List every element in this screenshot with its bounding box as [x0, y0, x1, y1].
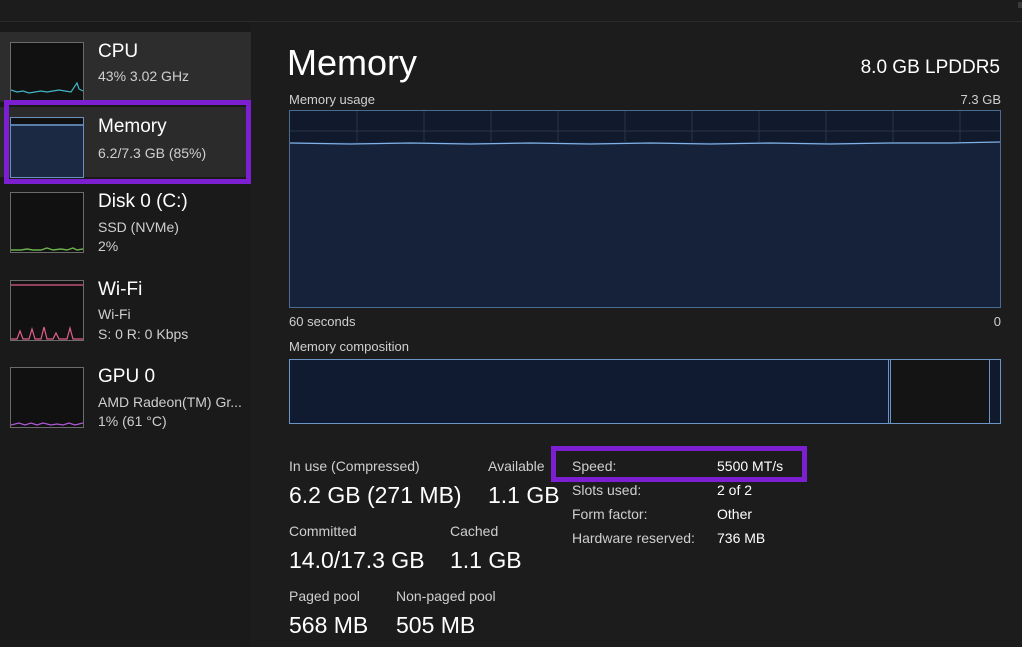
memory-composition-label: Memory composition	[289, 339, 409, 354]
sidebar-item-subtitle: AMD Radeon(TM) Gr...	[98, 394, 242, 410]
sidebar-item-cpu[interactable]: CPU 43% 3.02 GHz	[0, 32, 251, 103]
available-value: 1.1 GB	[488, 482, 560, 508]
memory-mini-graph	[10, 117, 84, 178]
speed-value: 5500 MT/s	[717, 458, 784, 474]
paged-pool-value: 568 MB	[289, 612, 369, 638]
title-bar	[0, 0, 1022, 22]
form-factor-value: Other	[717, 506, 753, 522]
sidebar-item-subtitle: SSD (NVMe)	[98, 219, 179, 235]
sidebar-item-subtitle: Wi-Fi	[98, 306, 131, 322]
sidebar-item-gpu[interactable]: GPU 0 AMD Radeon(TM) Gr... 1% (61 °C)	[0, 357, 251, 429]
memory-usage-plot	[290, 111, 1000, 307]
slots-used-label: Slots used:	[572, 482, 642, 498]
sidebar-item-wifi[interactable]: Wi-Fi Wi-Fi S: 0 R: 0 Kbps	[0, 270, 251, 342]
window-control-edge[interactable]	[1018, 2, 1022, 8]
speed-label: Speed:	[572, 458, 617, 474]
committed-label: Committed	[289, 523, 357, 539]
sidebar-item-subtitle: 43% 3.02 GHz	[98, 68, 190, 84]
cached-value: 1.1 GB	[450, 547, 522, 573]
time-axis-end: 0	[993, 314, 1001, 329]
available-label: Available	[488, 458, 545, 474]
non-paged-pool-value: 505 MB	[396, 612, 476, 638]
memory-type-label: 8.0 GB LPDDR5	[860, 57, 1000, 78]
hardware-reserved-value: 736 MB	[717, 530, 766, 546]
sidebar-item-title: Disk 0 (C:)	[98, 191, 188, 212]
committed-value: 14.0/17.3 GB	[289, 547, 425, 573]
gpu-mini-graph	[10, 367, 84, 428]
disk-mini-graph	[10, 192, 84, 253]
sidebar-item-title: CPU	[98, 41, 139, 62]
hardware-reserved-label: Hardware reserved:	[572, 530, 695, 546]
memory-usage-max: 7.3 GB	[960, 92, 1001, 107]
composition-standby-segment	[891, 360, 990, 423]
sidebar-item-title: Wi-Fi	[98, 279, 143, 300]
sidebar-item-detail: S: 0 R: 0 Kbps	[98, 326, 189, 342]
sidebar-item-detail: 2%	[98, 238, 119, 254]
memory-usage-graph	[289, 110, 1001, 308]
composition-in-use-segment	[290, 360, 891, 423]
slots-used-value: 2 of 2	[717, 482, 753, 498]
time-axis-start: 60 seconds	[289, 314, 356, 329]
sidebar-item-disk[interactable]: Disk 0 (C:) SSD (NVMe) 2%	[0, 182, 251, 254]
memory-composition-bar	[289, 359, 1001, 424]
sidebar-item-title: GPU 0	[98, 366, 156, 387]
form-factor-label: Form factor:	[572, 506, 648, 522]
in-use-value: 6.2 GB (271 MB)	[289, 482, 462, 508]
sidebar-item-memory[interactable]: Memory 6.2/7.3 GB (85%)	[0, 107, 251, 178]
sidebar-item-subtitle: 6.2/7.3 GB (85%)	[98, 145, 207, 161]
sidebar-item-title: Memory	[98, 116, 167, 137]
cached-label: Cached	[450, 523, 499, 539]
sidebar-item-detail: 1% (61 °C)	[98, 413, 167, 429]
performance-sidebar: CPU 43% 3.02 GHz Memory 6.2/7.3 GB (85%)…	[0, 22, 251, 647]
wifi-mini-graph	[10, 280, 84, 341]
memory-usage-label: Memory usage	[289, 92, 375, 107]
page-title: Memory	[287, 42, 418, 83]
paged-pool-label: Paged pool	[289, 588, 360, 604]
in-use-label: In use (Compressed)	[289, 458, 420, 474]
non-paged-pool-label: Non-paged pool	[396, 588, 496, 604]
cpu-mini-graph	[10, 42, 84, 103]
